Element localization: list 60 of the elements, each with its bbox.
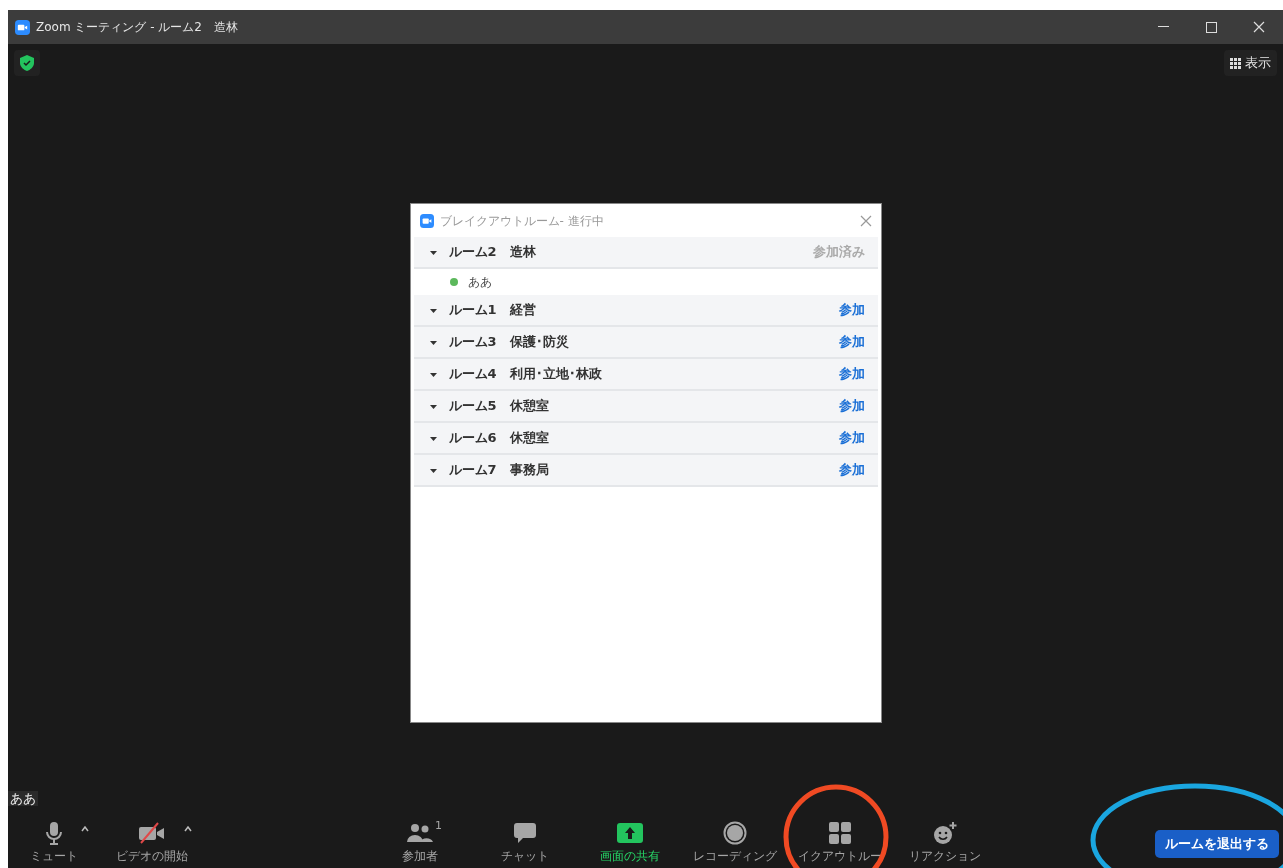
toolbar-button[interactable]: レコーディング: [693, 848, 777, 864]
toolbar-button[interactable]: リアクション: [909, 848, 981, 864]
leave-room-button[interactable]: ルームを退出する: [1155, 830, 1279, 858]
join-link[interactable]: 参加: [838, 428, 865, 448]
caret-up-icon[interactable]: [184, 826, 192, 832]
room-row[interactable]: ルーム6 休憩室 参加: [413, 423, 878, 455]
room-name: ルーム7 事務局: [448, 461, 549, 480]
toolbar-button[interactable]: チャット: [501, 848, 549, 864]
expand-triangle-icon[interactable]: [429, 306, 437, 314]
room-row[interactable]: ルーム3 保護･防災 参加: [413, 327, 878, 359]
name-tag: ああ: [8, 791, 38, 806]
camera-logo-icon: [419, 213, 434, 228]
view-button[interactable]: 表示: [1224, 50, 1277, 76]
join-link[interactable]: 参加: [838, 396, 865, 416]
close-button[interactable]: [859, 214, 872, 227]
toolbar-button[interactable]: ビデオの開始: [116, 848, 188, 864]
close-icon: [859, 214, 872, 227]
minimize-icon: [1157, 26, 1169, 28]
participant-count: 1: [435, 818, 442, 834]
dialog-title: ブレイクアウトルーム- 進行中: [439, 212, 604, 230]
smiley-plus-icon: [933, 821, 957, 845]
join-link[interactable]: 参加: [838, 332, 865, 352]
camera-logo-icon: [15, 19, 30, 35]
expand-triangle-icon[interactable]: [429, 434, 437, 442]
join-link[interactable]: 参加: [838, 364, 865, 384]
camera-off-icon: [138, 822, 166, 844]
member-name: ああ: [467, 274, 492, 291]
people-icon: [407, 823, 433, 843]
room-name: ルーム2 造林: [448, 243, 536, 262]
expand-triangle-icon[interactable]: [429, 466, 437, 474]
chat-bubble-icon: [513, 822, 537, 844]
room-name: ルーム6 休憩室: [448, 429, 549, 448]
expand-triangle-icon[interactable]: [429, 248, 437, 256]
window-title: Zoom ミーティング - ルーム2 造林: [36, 19, 238, 36]
join-link[interactable]: 参加: [838, 300, 865, 320]
toolbar-button[interactable]: ミュート: [30, 848, 78, 864]
room-name: ルーム3 保護･防災: [448, 333, 569, 352]
room-row[interactable]: ルーム7 事務局 参加: [413, 455, 878, 487]
toolbar-button[interactable]: 参加者: [402, 848, 438, 864]
microphone-icon: [45, 821, 63, 845]
room-row[interactable]: ルーム4 利用･立地･林政 参加: [413, 359, 878, 391]
grid-icon: [1230, 57, 1241, 69]
join-link[interactable]: 参加: [838, 460, 865, 480]
close-icon: [1253, 21, 1265, 33]
toolbar-button[interactable]: 画面の共有: [600, 848, 660, 864]
room-name: ルーム5 休憩室: [448, 397, 549, 416]
expand-triangle-icon[interactable]: [429, 370, 437, 378]
room-name: ルーム4 利用･立地･林政: [448, 365, 602, 384]
shield-icon[interactable]: [14, 50, 40, 76]
room-row[interactable]: ルーム1 経営 参加: [413, 295, 878, 327]
room-row[interactable]: ルーム2 造林 参加済み: [413, 237, 878, 269]
room-name: ルーム1 経営: [448, 301, 536, 320]
expand-triangle-icon[interactable]: [429, 338, 437, 346]
maximize-icon: [1205, 21, 1217, 33]
room-row[interactable]: ルーム5 休憩室 参加: [413, 391, 878, 423]
record-icon: [723, 821, 747, 845]
expand-triangle-icon[interactable]: [429, 402, 437, 410]
caret-up-icon[interactable]: [81, 826, 89, 832]
grid-icon: [829, 822, 851, 844]
share-screen-icon: [617, 823, 643, 843]
